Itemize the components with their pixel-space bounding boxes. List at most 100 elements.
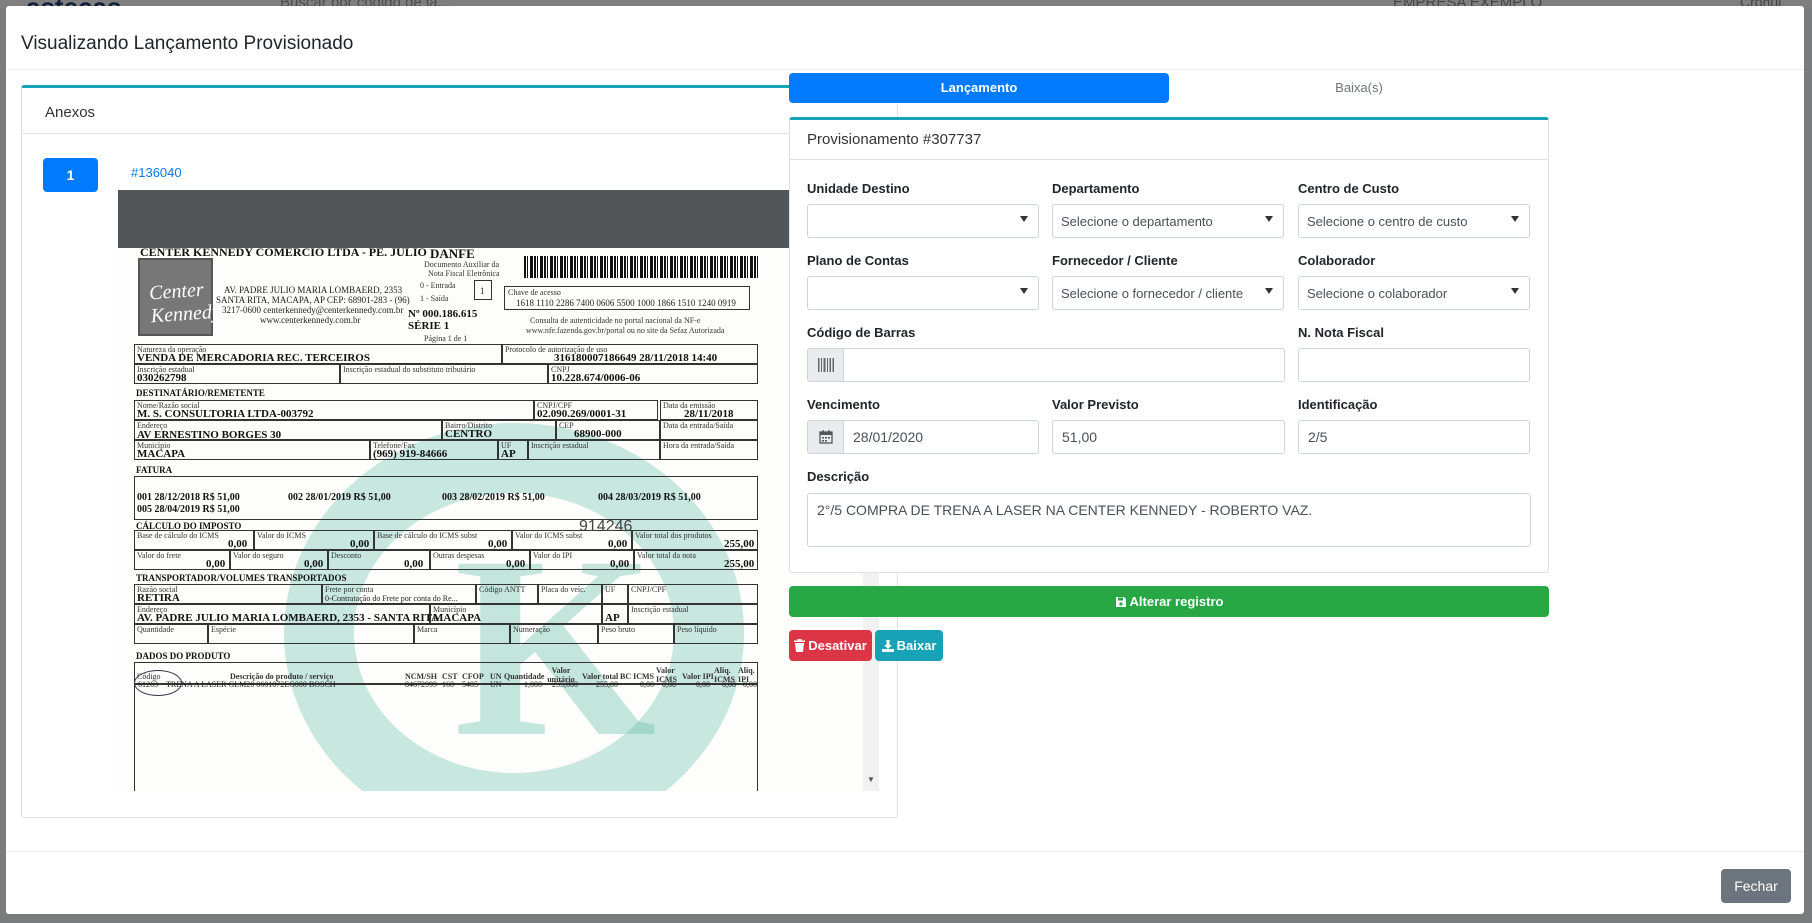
provisionamento-header: Provisionamento #307737 (790, 120, 1548, 160)
descricao-textarea[interactable]: 2°/5 COMPRA DE TRENA A LASER NA CENTER K… (807, 493, 1531, 547)
peso-bruto-label: Peso bruto (601, 625, 635, 634)
identificacao-label: Identificação (1298, 397, 1378, 412)
natureza-value: VENDA DE MERCADORIA REC. TERCEIROS (137, 352, 370, 364)
departamento-select[interactable]: Selecione o departamento (1052, 204, 1284, 238)
danfe-address-1: AV. PADRE JULIO MARIA LOMBAERD, 2353 (224, 285, 403, 295)
ie-subst-label: Inscrição estadual do substituto tributá… (343, 365, 476, 374)
frete-label: Valor do frete (137, 551, 181, 560)
vencimento-input[interactable]: 28/01/2020 (843, 420, 1039, 454)
danfe-document: K CENTER KENNEDY COMERCIO LTDA - PE. JUL… (134, 248, 854, 791)
frete-conta-label: Frete por conta (325, 585, 374, 594)
v-icms-label: Valor do ICMS (257, 531, 306, 540)
emissao-value: 28/11/2018 (684, 408, 734, 420)
provisionamento-card: Provisionamento #307737 Unidade Destino … (789, 117, 1549, 573)
modal-footer: Fechar (6, 851, 1804, 914)
prod-aliqipi: 0,00 (743, 680, 757, 689)
prod-descricao: TRENA A LASER GLM20 0601072EG000 BOSCH (166, 680, 336, 689)
transp-uf-label: UF (605, 585, 616, 594)
chevron-down-icon (1511, 216, 1519, 222)
ipi-label: Valor do IPI (533, 551, 573, 560)
modal-title: Visualizando Lançamento Provisionado (21, 33, 354, 54)
danfe-subtitle-2: Nota Fiscal Eletrônica (428, 269, 500, 278)
prod-un: UN (490, 680, 502, 689)
trash-icon (794, 639, 806, 652)
v-subst-value: 0,00 (608, 538, 628, 550)
chevron-down-icon (1265, 288, 1273, 294)
nota-fiscal-input[interactable] (1298, 348, 1530, 382)
unidade-destino-select[interactable] (807, 204, 1039, 238)
barcode-icon-addon (807, 348, 844, 382)
prod-bcicms: 0,00 (640, 680, 654, 689)
dest-nome-value: M. S. CONSULTORIA LTDA-003792 (137, 408, 314, 420)
danfe-entrada: 0 - Entrada (420, 281, 456, 290)
attachment-tab-1[interactable]: 1 (43, 158, 98, 192)
download-icon (881, 640, 894, 652)
peso-liq-label: Peso líquido (677, 625, 717, 634)
prod-codigo: 61263 (138, 680, 158, 689)
fornecedor-label: Fornecedor / Cliente (1052, 253, 1178, 268)
numeracao-label: Numeração (513, 625, 550, 634)
danfe-address-2: SANTA RITA, MACAPA, AP CEP: 68901-283 - … (216, 295, 410, 305)
modal-header: Visualizando Lançamento Provisionado (6, 6, 1804, 70)
document-viewer[interactable]: K CENTER KENNEDY COMERCIO LTDA - PE. JUL… (118, 190, 879, 791)
prod-qtd: 1,000 (524, 680, 542, 689)
v-prod-value: 255,00 (724, 538, 755, 550)
alterar-registro-button[interactable]: Alterar registro (789, 586, 1549, 617)
prod-body-box (134, 684, 758, 791)
especie-box (208, 624, 414, 644)
centro-custo-select[interactable]: Selecione o centro de custo (1298, 204, 1530, 238)
centro-custo-value: Selecione o centro de custo (1307, 214, 1468, 229)
prod-vipi: 0,00 (696, 680, 710, 689)
colaborador-select[interactable]: Selecione o colaborador (1298, 276, 1530, 310)
nota-fiscal-label: N. Nota Fiscal (1298, 325, 1384, 340)
produtos-section-title: DADOS DO PRODUTO (136, 651, 231, 661)
fechar-button[interactable]: Fechar (1721, 869, 1791, 903)
stamp-number: 914246 (579, 518, 633, 535)
dest-cnpj-value: 02.090.269/0001-31 (537, 408, 627, 420)
fatura-2: 002 28/01/2019 R$ 51,00 (288, 492, 391, 503)
baixar-button[interactable]: Baixar (875, 630, 943, 661)
desconto-label: Desconto (331, 551, 362, 560)
chevron-down-icon (1511, 288, 1519, 294)
tab-baixas[interactable]: Baixa(s) (1169, 73, 1549, 103)
danfe-saida: 1 - Saída (420, 294, 449, 303)
seguro-value: 0,00 (304, 558, 324, 570)
transp-uf-value: AP (605, 612, 620, 624)
valor-previsto-input[interactable]: 51,00 (1052, 420, 1285, 454)
v-nota-value: 255,00 (724, 558, 755, 570)
fornecedor-select[interactable]: Selecione o fornecedor / cliente (1052, 276, 1284, 310)
ipi-value: 0,00 (610, 558, 630, 570)
seguro-label: Valor do seguro (233, 551, 284, 560)
view-provisioned-entry-modal: Visualizando Lançamento Provisionado Ane… (6, 6, 1804, 914)
marca-label: Marca (417, 625, 438, 634)
transp-razao-value: RETIRA (137, 592, 180, 604)
danfe-serie: SÉRIE 1 (408, 320, 450, 332)
baixar-label: Baixar (896, 638, 937, 653)
qtd-label: Quantidade (137, 625, 174, 634)
tab-lancamento[interactable]: Lançamento (789, 73, 1169, 103)
codigo-barras-input[interactable] (843, 348, 1285, 382)
desativar-button[interactable]: Desativar (789, 630, 872, 661)
plano-contas-select[interactable] (807, 276, 1039, 310)
attachment-link[interactable]: #136040 (131, 165, 182, 180)
placa-label: Placa do veíc. (541, 585, 586, 594)
logo-text: Center Kennedy (148, 278, 222, 328)
especie-label: Espécie (211, 625, 236, 634)
identificacao-input[interactable]: 2/5 (1298, 420, 1530, 454)
bc-subst-value: 0,00 (488, 538, 508, 550)
fatura-1: 001 28/12/2018 R$ 51,00 (137, 492, 240, 503)
scroll-down-arrow-icon[interactable]: ▼ (867, 775, 875, 784)
transp-end-value: AV. PADRE JULIO MARIA LOMBAERD, 2353 - S… (137, 612, 440, 624)
save-icon (1115, 597, 1126, 607)
frete-value: 0,00 (206, 558, 226, 570)
prod-vtotal: 255,00 (596, 680, 618, 689)
fornecedor-value: Selecione o fornecedor / cliente (1061, 286, 1244, 301)
departamento-value: Selecione o departamento (1061, 214, 1213, 229)
entrada-saida-label: Data da entrada/Saída (663, 421, 734, 430)
protocolo-value: 316180007186649 28/11/2018 14:40 (554, 352, 718, 364)
antt-label: Código ANTT (479, 585, 526, 594)
prod-cfop: 5405 (462, 680, 478, 689)
consulta-1: Consulta de autenticidade no portal naci… (530, 316, 701, 325)
consulta-2: www.nfe.fazenda.gov.br/portal ou no site… (526, 326, 725, 335)
chevron-down-icon (1020, 288, 1028, 294)
